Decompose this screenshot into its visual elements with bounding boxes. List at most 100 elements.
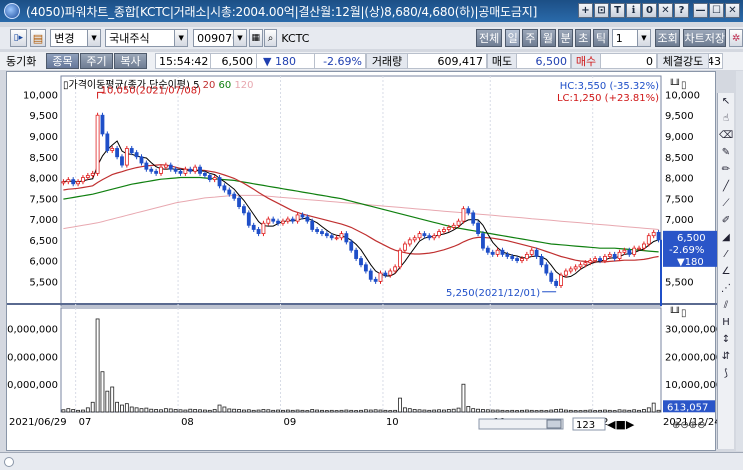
candle-body	[251, 224, 256, 230]
toolbar: ▯▸ ▤ 변경 ▼ 국내주식 ▼ 009070 ▼ ▦ ⌕ KCTC 전체 일 …	[0, 27, 743, 49]
volume-bar	[300, 409, 305, 413]
period-tick-button[interactable]: 틱	[593, 29, 609, 47]
price-axis-tick-right: 8,500	[665, 153, 694, 164]
volume-bar	[281, 409, 285, 413]
candle-body	[202, 172, 207, 176]
help-icon[interactable]: ?	[674, 3, 689, 18]
volume-bar	[573, 410, 578, 413]
delete-all-icon[interactable]: ⌫	[719, 129, 733, 142]
volume-bar	[588, 409, 593, 413]
volume-bar	[598, 409, 602, 413]
candle-body	[373, 278, 378, 282]
settings-icon[interactable]: ✲	[729, 29, 743, 47]
candle-body	[344, 233, 349, 243]
quote-change: ▼ 180	[257, 53, 315, 69]
cycle-icon[interactable]: ⟆	[720, 367, 733, 380]
marker-icon[interactable]: ◢	[720, 231, 733, 244]
candle-body	[656, 231, 661, 241]
collapse-icon[interactable]	[4, 456, 14, 467]
tool-icon[interactable]: ✕	[658, 3, 673, 18]
line-icon[interactable]: ╱	[720, 180, 733, 193]
legend-ma20: 20	[203, 80, 219, 91]
pointer-icon[interactable]: ☝	[720, 112, 733, 125]
period-week-button[interactable]: 주	[522, 29, 539, 47]
change-select[interactable]: 변경 ▼	[50, 29, 102, 47]
volume-bar	[393, 409, 398, 413]
volume-bar	[602, 409, 607, 413]
eraser-icon[interactable]: ✎	[720, 146, 733, 159]
candle-body	[500, 249, 505, 255]
high-marker-label: 10,050(2021/07/08)	[101, 85, 202, 96]
price-axis-tick-left: 7,000	[29, 215, 58, 226]
trendline-icon[interactable]: ⁄	[720, 248, 733, 261]
candle-body	[295, 214, 300, 222]
volume-axis-tick-right: 20,000,000	[665, 352, 717, 363]
candle-body	[168, 164, 173, 170]
volume-bar	[154, 409, 159, 413]
ray-icon[interactable]: ⟋	[720, 197, 733, 210]
list-icon[interactable]: ▦	[248, 29, 263, 47]
maximize-icon[interactable]: ☐	[709, 3, 724, 18]
period-all-button[interactable]: 전체	[476, 29, 502, 47]
period-minute-button[interactable]: 분	[557, 29, 574, 47]
period-month-button[interactable]: 월	[540, 29, 556, 47]
vline-icon[interactable]: ↕	[720, 333, 733, 346]
market-select[interactable]: 국내주식 ▼	[105, 29, 189, 47]
zigzag-icon[interactable]: ⋰	[720, 282, 733, 295]
ask-label: 매도	[487, 53, 517, 69]
search-icon[interactable]: ⌕	[263, 29, 278, 47]
chart-area[interactable]: 10,000 10,000 9,500 9,500 9,000 9,000 8,500 8,5…	[6, 71, 717, 452]
zero-icon[interactable]: 0	[642, 3, 657, 18]
minimize-icon[interactable]: —	[693, 3, 708, 18]
volume-bar	[285, 409, 290, 413]
hscroll-thumb[interactable]	[546, 419, 562, 429]
candle-body	[95, 114, 100, 174]
hline-icon[interactable]: H	[720, 316, 733, 329]
volume-bar	[627, 409, 632, 413]
candle-body	[81, 177, 85, 183]
volume-bar	[76, 409, 80, 413]
candle-body	[393, 266, 398, 272]
pencil-icon[interactable]: ✏	[720, 163, 733, 176]
candle-body	[76, 181, 80, 185]
price-volume-chart[interactable]: 10,000 10,000 9,500 9,500 9,000 9,000 8,500 8,5…	[7, 72, 717, 452]
add-icon[interactable]: +	[578, 3, 593, 18]
text-icon[interactable]: T	[610, 3, 625, 18]
volume-bar	[388, 410, 393, 413]
candle-body	[559, 274, 563, 286]
volume-bar	[149, 408, 154, 413]
channel-icon[interactable]: ⇵	[720, 350, 733, 363]
volume-bar	[212, 409, 217, 413]
period-count-select[interactable]: 1 ▼	[611, 29, 651, 47]
candle-body	[554, 280, 559, 286]
brush-icon[interactable]: ✐	[720, 214, 733, 227]
period-day-button[interactable]: 일	[504, 29, 521, 47]
info-icon[interactable]: ℹ	[626, 3, 641, 18]
vertical-scrollbar[interactable]	[736, 71, 743, 451]
volume-bar	[461, 383, 466, 413]
cursor-icon[interactable]: ↖	[720, 95, 733, 108]
candle-body	[193, 166, 198, 172]
chevron-down-icon: ▼	[636, 30, 650, 46]
chart-type-icon[interactable]: ▤	[29, 29, 47, 47]
angle-icon[interactable]: ∠	[720, 265, 733, 278]
query-button[interactable]: 조회	[654, 29, 681, 47]
volume-bar	[583, 409, 588, 413]
candle-body	[651, 231, 656, 237]
save-chart-button[interactable]: 차트저장	[683, 29, 727, 47]
volume-bar	[139, 408, 144, 413]
link-icon[interactable]: ⊡	[594, 3, 609, 18]
volume-bar	[446, 409, 451, 413]
volume-bar	[163, 408, 168, 413]
fibonacci-icon[interactable]: ⫽	[720, 299, 733, 312]
close-icon[interactable]: ✕	[725, 3, 740, 18]
x-axis-tick: 08	[181, 417, 194, 428]
panel-toggle-icon[interactable]: ▯▸	[10, 29, 27, 47]
candle-body	[602, 256, 607, 262]
tab-stock[interactable]: 종목	[46, 53, 79, 69]
stock-code-input[interactable]: 009070 ▼	[193, 29, 247, 47]
tab-period[interactable]: 주기	[80, 53, 113, 69]
period-second-button[interactable]: 초	[575, 29, 592, 47]
tab-copy[interactable]: 복사	[114, 53, 147, 69]
volume-bar	[490, 409, 495, 413]
